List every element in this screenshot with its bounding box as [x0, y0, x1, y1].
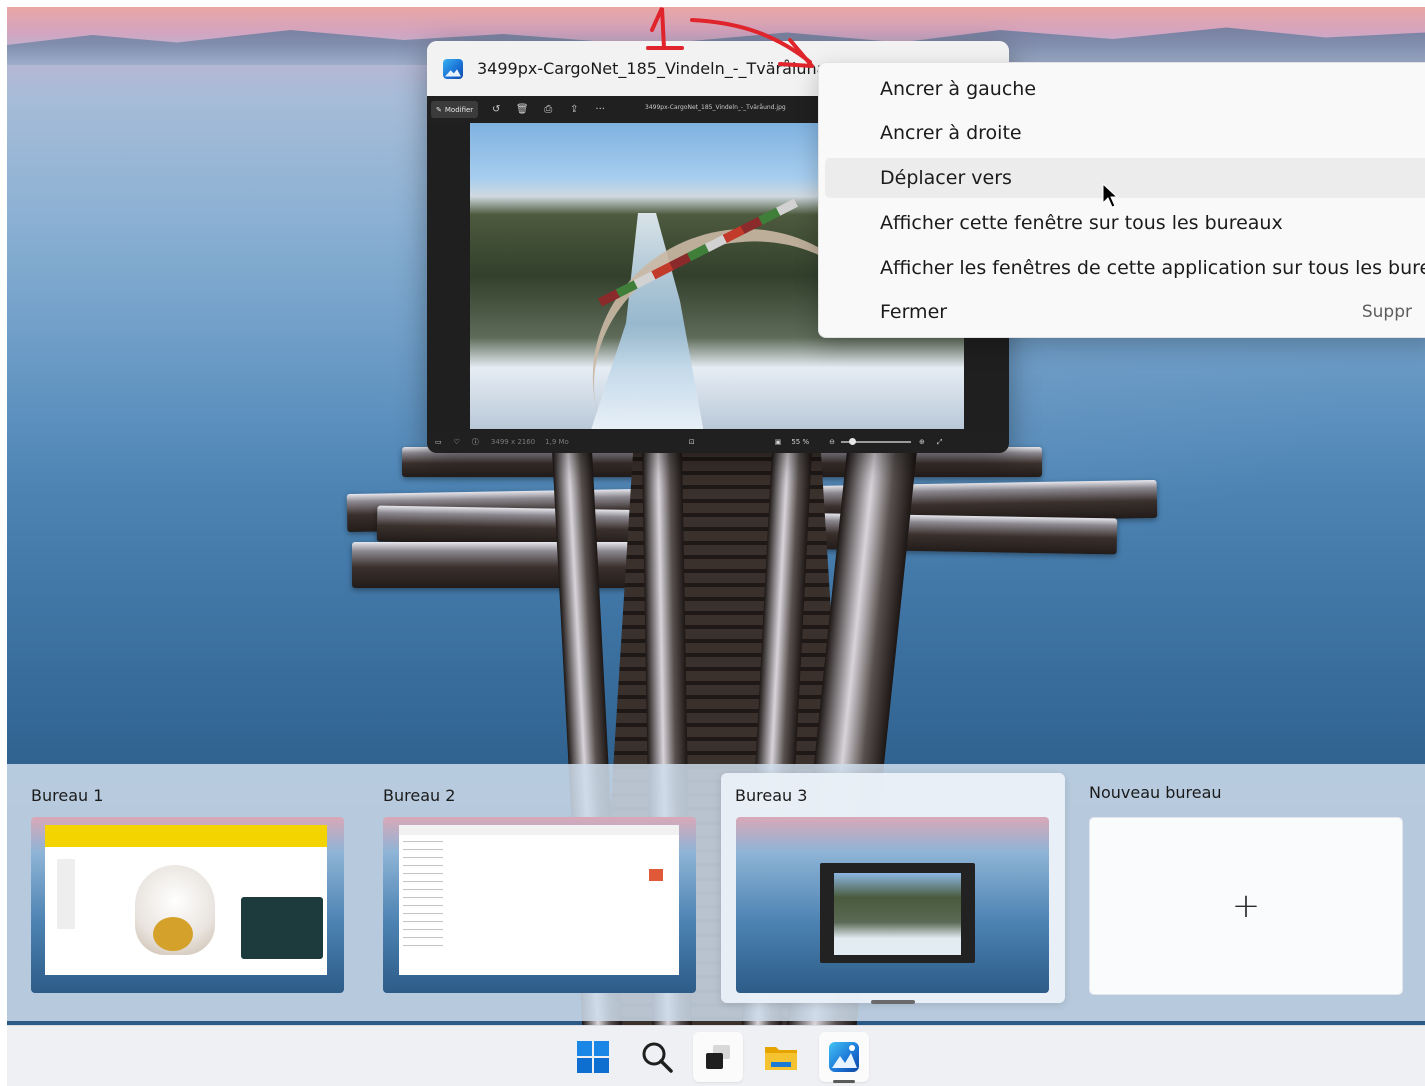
filmstrip-icon[interactable]: ▭	[435, 438, 442, 446]
mouse-pointer-icon	[1102, 183, 1118, 208]
menu-item-label: Ancrer à gauche	[880, 78, 1037, 100]
app-filename: 3499px-CargoNet_185_Vindeln_-_Tväråund.j…	[645, 104, 786, 111]
photos-icon	[829, 1042, 859, 1072]
menu-item-move-to[interactable]: Déplacer vers	[825, 158, 1425, 198]
photos-window-thumb	[820, 863, 975, 963]
menu-item-snap-left[interactable]: Ancrer à gauche	[825, 69, 1425, 109]
menu-item-show-window-all-desktops[interactable]: Afficher cette fenêtre sur tous les bure…	[825, 203, 1425, 243]
print-icon[interactable]: ⎙	[540, 104, 556, 115]
desktop-label: Bureau 2	[383, 786, 456, 805]
zoom-slider-thumb[interactable]	[849, 438, 856, 445]
photos-button[interactable]	[819, 1032, 869, 1083]
new-desktop-card[interactable]: Nouveau bureau +	[1079, 764, 1409, 1004]
desktop-label: Bureau 1	[31, 786, 104, 805]
annotation-step1-arrow	[646, 7, 814, 68]
start-button[interactable]	[568, 1032, 618, 1082]
fit-icon[interactable]: ▣	[775, 438, 782, 446]
crop-icon[interactable]: ⊡	[689, 438, 695, 446]
edit-icon: ✎	[436, 105, 442, 114]
search-icon	[642, 1042, 673, 1073]
desktop-card-2[interactable]: Bureau 2	[373, 764, 713, 1004]
info-icon[interactable]: ⓘ	[472, 437, 479, 447]
task-view-button[interactable]	[693, 1032, 743, 1082]
virtual-desktops-strip: Bureau 1 Bureau 2 Bureau 3 Nouveau burea…	[7, 764, 1425, 1021]
fullscreen-icon[interactable]: ⤢	[937, 438, 943, 447]
menu-item-label: Afficher cette fenêtre sur tous les bure…	[880, 212, 1283, 234]
desktop-thumbnail[interactable]	[736, 817, 1049, 993]
search-button[interactable]	[632, 1032, 682, 1082]
new-desktop-button[interactable]: +	[1089, 817, 1403, 995]
favorite-icon[interactable]: ♡	[454, 438, 460, 446]
rotate-icon[interactable]: ↺	[488, 104, 504, 115]
file-explorer-icon	[765, 1047, 797, 1070]
desktop-card-1[interactable]: Bureau 1	[21, 764, 361, 1004]
image-dimensions: 3499 x 2160	[490, 438, 536, 446]
new-desktop-label: Nouveau bureau	[1089, 783, 1222, 802]
zoom-level[interactable]: 55 %	[791, 438, 809, 446]
file-size: 1,9 Mo	[545, 438, 569, 446]
desktop-thumbnail[interactable]	[31, 817, 344, 993]
desktops-scroll-indicator[interactable]	[871, 1000, 915, 1004]
photos-statusbar: ▭ ♡ ⓘ 3499 x 2160 1,9 Mo ⊡ ▣ 55 % ⊖ ⊕ ⤢	[427, 431, 1009, 453]
task-view-icon	[706, 1045, 730, 1069]
desktop-label: Bureau 3	[735, 786, 808, 805]
menu-item-label: Fermer	[880, 301, 948, 323]
menu-item-accelerator: Suppr	[1361, 302, 1412, 322]
edit-label: Modifier	[444, 105, 474, 114]
menu-item-snap-right[interactable]: Ancrer à droite	[825, 113, 1425, 153]
window-context-menu: Ancrer à gauche Ancrer à droite Déplacer…	[818, 62, 1425, 338]
zoom-out-icon[interactable]: ⊖	[829, 438, 835, 446]
active-app-indicator	[833, 1080, 855, 1083]
start-icon	[577, 1041, 609, 1073]
zoom-slider[interactable]	[841, 438, 911, 445]
menu-item-label: Déplacer vers	[880, 167, 1012, 189]
menu-item-label: Ancrer à droite	[880, 122, 1022, 144]
share-icon[interactable]: ⇪	[566, 104, 582, 115]
browser-window-thumb	[45, 825, 327, 975]
menu-item-close[interactable]: Fermer Suppr	[825, 292, 1425, 332]
plus-icon: +	[1231, 886, 1261, 926]
file-explorer-button[interactable]	[756, 1032, 806, 1082]
delete-icon[interactable]: 🗑	[514, 104, 530, 115]
desktop-thumbnail[interactable]	[383, 817, 696, 993]
edit-button[interactable]: ✎ Modifier	[431, 101, 479, 118]
taskbar	[7, 1025, 1425, 1086]
more-icon[interactable]: ···	[592, 104, 608, 115]
menu-item-label: Afficher les fenêtres de cette applicati…	[880, 257, 1425, 279]
zoom-in-icon[interactable]: ⊕	[919, 438, 925, 446]
photos-app-icon	[443, 58, 463, 79]
desktop-card-3[interactable]: Bureau 3	[721, 773, 1065, 1003]
menu-item-show-app-all-desktops[interactable]: Afficher les fenêtres de cette applicati…	[825, 248, 1425, 288]
explorer-window-thumb	[399, 825, 679, 975]
